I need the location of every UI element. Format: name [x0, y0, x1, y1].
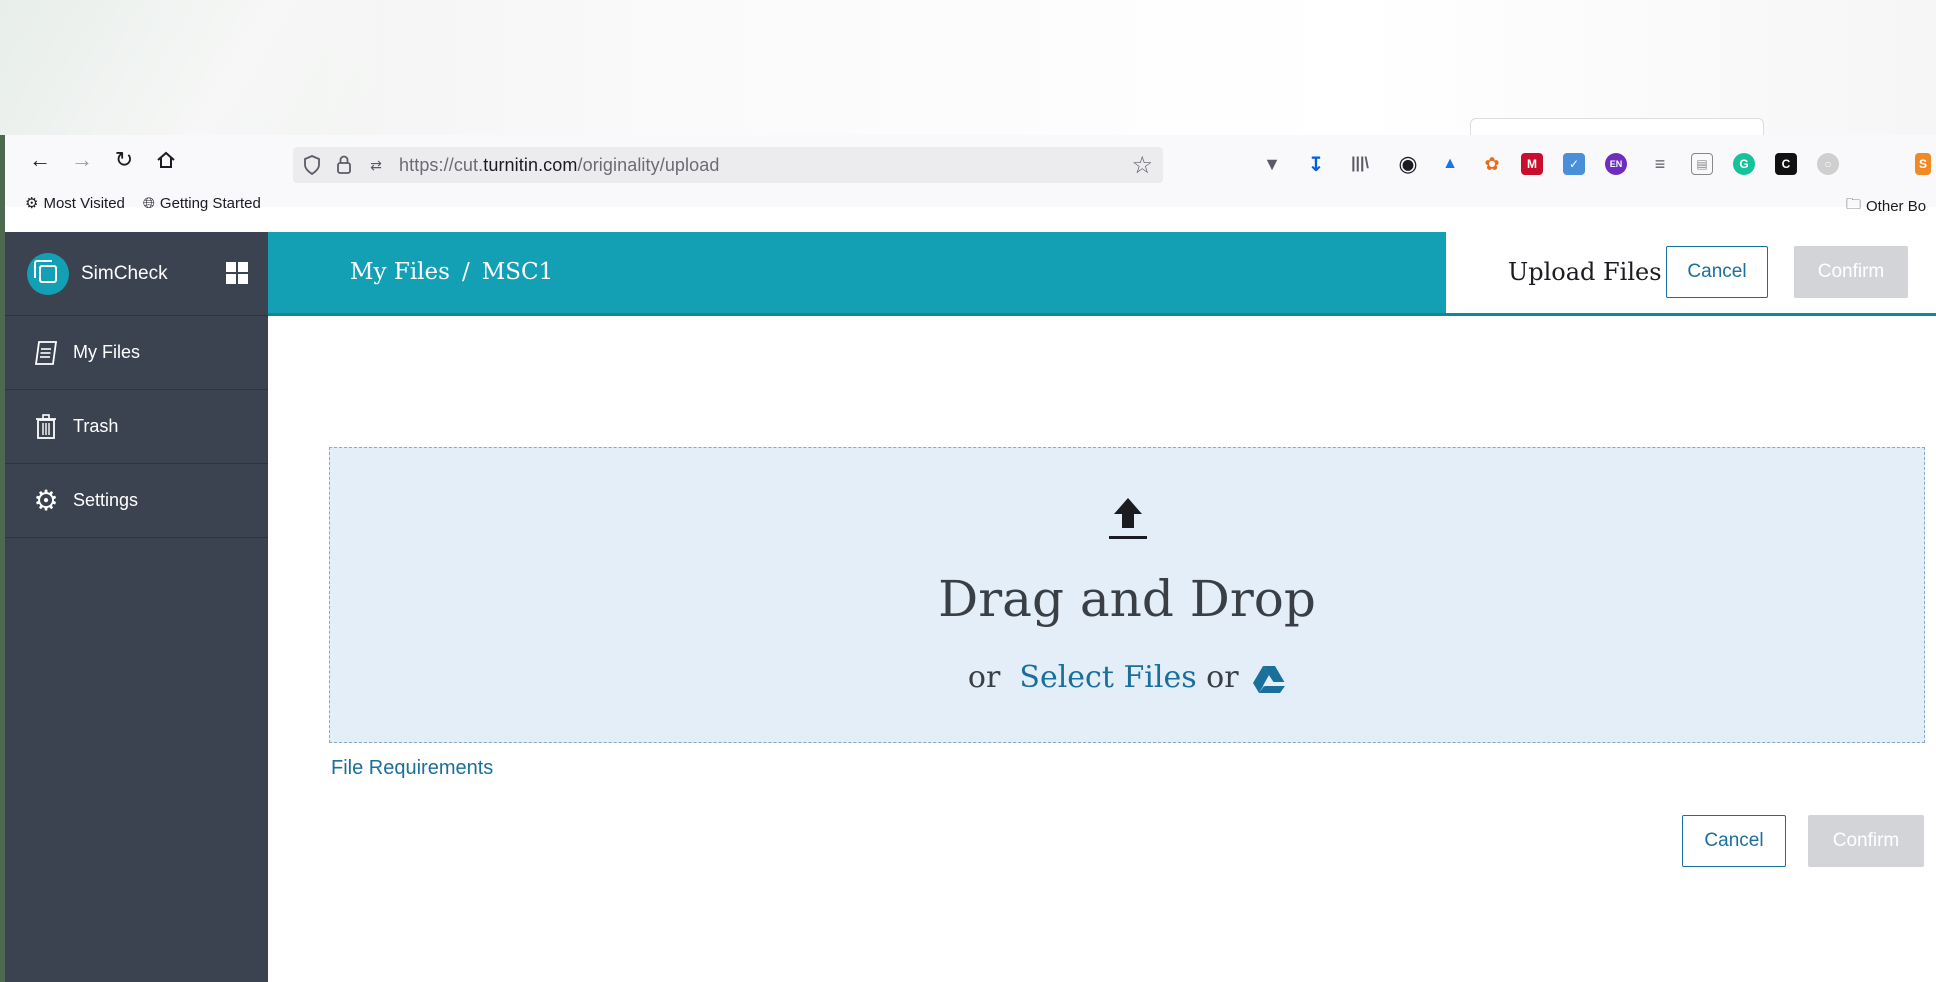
extension-lines-icon[interactable]: ≡: [1649, 153, 1671, 175]
extension-hand-icon[interactable]: ✿: [1481, 153, 1503, 175]
bookmark-most-visited[interactable]: ⚙ Most Visited: [25, 194, 125, 213]
gear-icon: ⚙: [25, 195, 39, 212]
sidebar-item-settings[interactable]: ⚙ Settings: [5, 464, 268, 538]
downloads-icon[interactable]: ↧: [1305, 153, 1327, 176]
lock-icon[interactable]: [331, 152, 357, 178]
file-requirements-link[interactable]: File Requirements: [331, 757, 493, 780]
home-icon[interactable]: [151, 145, 181, 175]
sidebar-header: SimCheck: [5, 232, 268, 316]
forward-icon[interactable]: →: [67, 145, 97, 175]
browser-toolbar: ← → ↻ ⇄ https://cut.turnitin.com/origina…: [5, 135, 1936, 215]
extension-doc-icon[interactable]: ▤: [1691, 153, 1713, 175]
extension-en-icon[interactable]: EN: [1605, 153, 1627, 175]
breadcrumb-my-files[interactable]: My Files: [350, 259, 450, 285]
back-icon[interactable]: ←: [25, 145, 55, 175]
permissions-icon[interactable]: ⇄: [363, 152, 389, 178]
browser-tab-edge: [1470, 118, 1764, 136]
header-confirm-button[interactable]: Confirm: [1794, 246, 1908, 298]
extension-red-icon[interactable]: M: [1521, 153, 1543, 175]
sidebar-item-trash[interactable]: Trash: [5, 390, 268, 464]
simcheck-logo-icon[interactable]: [27, 252, 69, 295]
confirm-button[interactable]: Confirm: [1808, 815, 1924, 867]
address-bar[interactable]: ⇄ https://cut.turnitin.com/originality/u…: [293, 147, 1163, 183]
drag-drop-title: Drag and Drop: [938, 570, 1316, 628]
globe-icon: 🌐︎: [142, 194, 155, 212]
sidebar: SimCheck My Files Trash ⚙ Settings: [5, 232, 268, 982]
account-icon[interactable]: ◉: [1397, 151, 1419, 176]
desktop-wallpaper: [0, 0, 1936, 136]
extension-check-icon[interactable]: ✓: [1563, 153, 1585, 175]
app-name: SimCheck: [81, 262, 168, 284]
extension-black-icon[interactable]: C: [1775, 153, 1797, 175]
extension-orange-icon[interactable]: S: [1915, 153, 1931, 175]
gear-icon: ⚙: [33, 485, 59, 516]
app-switcher-icon[interactable]: [226, 262, 248, 284]
select-files-link[interactable]: Select Files: [1019, 660, 1196, 695]
folder-icon: 🗀︎: [1846, 196, 1862, 213]
file-drop-zone[interactable]: Drag and Drop or Select Files or: [329, 447, 1925, 743]
upload-action-panel: Upload Files Cancel Confirm: [1446, 232, 1936, 313]
page-header: My Files / MSC1 Upload Files Cancel Confir…: [268, 232, 1936, 316]
breadcrumb-current-folder: MSC1: [481, 259, 554, 285]
header-cancel-button[interactable]: Cancel: [1666, 246, 1768, 298]
google-drive-icon[interactable]: [1252, 664, 1286, 694]
url-text[interactable]: https://cut.turnitin.com/originality/upl…: [399, 155, 719, 176]
bookmark-getting-started[interactable]: 🌐︎ Getting Started: [143, 194, 261, 212]
grammarly-icon[interactable]: G: [1733, 153, 1755, 175]
trash-icon: [33, 413, 59, 440]
bookmark-star-icon[interactable]: ☆: [1131, 151, 1153, 180]
pocket-icon[interactable]: ▼: [1261, 153, 1283, 175]
upload-arrow-icon: [1109, 498, 1147, 539]
file-list-icon: [33, 340, 59, 366]
breadcrumb: My Files / MSC1: [350, 259, 554, 285]
bookmarks-bar: ⚙ Most Visited 🌐︎ Getting Started: [25, 194, 261, 213]
sidebar-item-my-files[interactable]: My Files: [5, 316, 268, 390]
library-icon[interactable]: |||\: [1349, 153, 1371, 175]
cancel-button[interactable]: Cancel: [1682, 815, 1786, 867]
upload-title: Upload Files: [1508, 258, 1662, 286]
extension-cap-icon[interactable]: ▲: [1439, 153, 1461, 175]
tracking-protection-icon[interactable]: [299, 152, 325, 178]
extension-grey-icon[interactable]: ○: [1817, 153, 1839, 175]
drop-zone-options: or Select Files or: [330, 660, 1924, 695]
reload-icon[interactable]: ↻: [109, 145, 139, 175]
other-bookmarks[interactable]: 🗀︎ Other Bo: [1846, 194, 1936, 219]
